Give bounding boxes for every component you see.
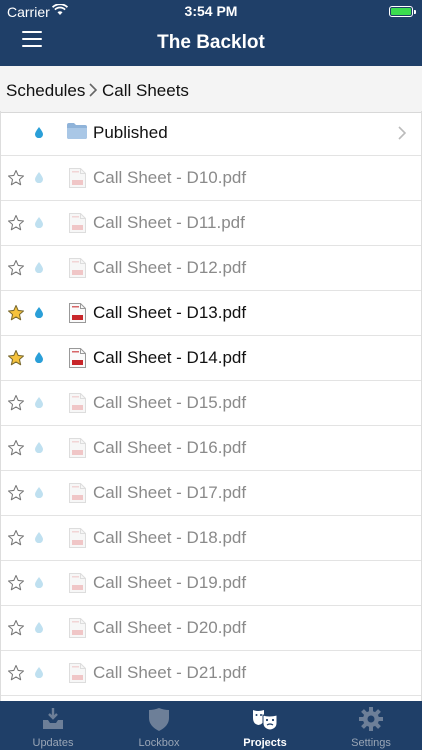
status-bar: Carrier 3:54 PM [0,0,422,24]
pdf-file-icon [69,348,86,368]
star-icon[interactable] [7,484,25,502]
pdf-file-icon [69,618,86,638]
droplet-icon [35,397,43,408]
chevron-right-icon [89,83,97,97]
breadcrumb-parent[interactable]: Schedules [6,81,85,101]
file-row[interactable]: Call Sheet - D12.pdf [1,246,421,291]
droplet-icon [35,442,43,453]
file-name: Call Sheet - D20.pdf [93,618,247,637]
gear-icon [358,706,384,732]
star-icon[interactable] [7,394,25,412]
star-icon[interactable] [7,439,25,457]
file-row[interactable]: Call Sheet - D18.pdf [1,516,421,561]
tab-updates[interactable]: Updates [0,701,106,750]
app-header: Carrier 3:54 PM The Backlot [0,0,422,66]
file-row[interactable]: Call Sheet - D13.pdf [1,291,421,336]
folder-row[interactable]: Published [1,111,421,156]
file-name: Call Sheet - D12.pdf [93,258,247,277]
file-name: Call Sheet - D14.pdf [93,348,247,367]
droplet-icon [35,667,43,678]
inbox-download-icon [40,706,66,732]
droplet-icon [35,307,43,318]
file-row[interactable]: Call Sheet - D15.pdf [1,381,421,426]
file-name: Published [93,123,168,142]
pdf-file-icon [69,303,86,323]
file-name: Call Sheet - D13.pdf [93,303,247,322]
star-icon[interactable] [7,529,25,547]
file-name: Call Sheet - D18.pdf [93,528,247,547]
tab-label: Lockbox [138,737,180,749]
star-icon[interactable] [7,664,25,682]
chevron-right-icon [398,126,406,140]
tab-projects[interactable]: Projects [212,701,318,750]
droplet-icon [35,127,43,138]
droplet-icon [35,352,43,363]
droplet-icon [35,172,43,183]
file-name: Call Sheet - D19.pdf [93,573,247,592]
droplet-icon [35,532,43,543]
status-time: 3:54 PM [184,3,238,19]
droplet-icon [35,262,43,273]
tab-label: Projects [243,737,287,749]
pdf-file-icon [69,573,86,593]
star-icon[interactable] [7,574,25,592]
theater-masks-icon [252,706,278,732]
shield-icon [146,706,172,732]
pdf-file-icon [69,393,86,413]
droplet-icon [35,487,43,498]
file-name: Call Sheet - D10.pdf [93,168,247,187]
tab-lockbox[interactable]: Lockbox [106,701,212,750]
droplet-icon [35,217,43,228]
tab-bar: Updates Lockbox Projects Settings [0,701,422,750]
star-icon[interactable] [7,619,25,637]
droplet-icon [35,577,43,588]
file-name: Call Sheet - D15.pdf [93,393,247,412]
star-icon[interactable] [7,304,25,322]
file-row[interactable]: Call Sheet - D21.pdf [1,651,421,696]
pdf-file-icon [69,528,86,548]
file-list: Published Call Sheet - D10.pdf Call Sheet … [0,111,422,701]
pdf-file-icon [69,168,86,188]
pdf-file-icon [69,258,86,278]
breadcrumb: Schedules Call Sheets [0,66,422,113]
file-name: Call Sheet - D11.pdf [93,213,245,232]
tab-label: Settings [351,737,391,749]
file-row[interactable]: Call Sheet - D11.pdf [1,201,421,246]
tab-label: Updates [32,737,74,749]
tab-settings[interactable]: Settings [318,701,422,750]
page-title: The Backlot [157,32,265,53]
file-row[interactable]: Call Sheet - D16.pdf [1,426,421,471]
breadcrumb-current: Call Sheets [102,81,189,100]
file-row[interactable]: Call Sheet - D20.pdf [1,606,421,651]
pdf-file-icon [69,438,86,458]
file-row[interactable]: Call Sheet - D17.pdf [1,471,421,516]
pdf-file-icon [69,213,86,233]
file-name: Call Sheet - D17.pdf [93,483,247,502]
file-row[interactable]: Call Sheet - D19.pdf [1,561,421,606]
star-icon[interactable] [7,259,25,277]
battery-icon [389,6,416,17]
file-name: Call Sheet - D21.pdf [93,663,247,682]
file-name: Call Sheet - D16.pdf [93,438,247,457]
pdf-file-icon [69,663,86,683]
star-icon[interactable] [7,349,25,367]
star-icon[interactable] [7,169,25,187]
folder-icon [67,123,87,139]
pdf-file-icon [69,483,86,503]
droplet-icon [35,622,43,633]
file-row[interactable]: Call Sheet - D10.pdf [1,156,421,201]
star-icon[interactable] [7,214,25,232]
file-row[interactable]: Call Sheet - D14.pdf [1,336,421,381]
